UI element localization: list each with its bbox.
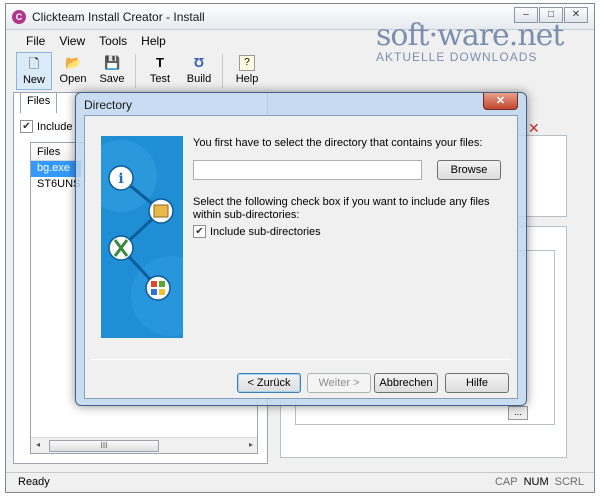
scroll-lock-indicator: SCRL [554, 476, 584, 488]
help-icon: ? [239, 55, 255, 71]
open-button[interactable]: 📂 Open [55, 52, 91, 90]
help-label: Help [235, 73, 259, 85]
test-button[interactable]: T Test [142, 52, 178, 90]
background-ellipsis-button: ... [508, 406, 528, 420]
test-t-icon: T [156, 55, 164, 70]
cancel-button[interactable]: Abbrechen [374, 373, 438, 393]
toolbar-separator [135, 54, 136, 88]
open-folder-icon: 📂 [65, 55, 82, 70]
list-item[interactable]: bg.exe [31, 161, 81, 177]
wizard-path-graphic: i [101, 136, 183, 338]
menu-view[interactable]: View [59, 31, 85, 51]
watermark-brand: soft·ware.net [376, 18, 564, 53]
software-net-watermark: soft·ware.net AKTUELLE DOWNLOADS [376, 18, 591, 65]
dialog-title: Directory [84, 98, 133, 112]
app-icon: C [12, 10, 26, 24]
new-button[interactable]: 🗋 New [16, 52, 52, 90]
horizontal-scrollbar[interactable]: ◂ III ▸ [31, 437, 257, 453]
windows-step-icon [145, 275, 171, 301]
directory-prompt: You first have to select the directory t… [193, 137, 483, 149]
build-label: Build [186, 73, 212, 85]
dialog-separator [91, 359, 511, 360]
save-label: Save [99, 73, 125, 85]
directory-dialog: Directory ✕ i You first have to select t… [75, 92, 527, 406]
include-subdirectories-label: Include sub-directories [210, 225, 321, 238]
include-checkbox[interactable]: ✔ [20, 120, 33, 133]
menu-help[interactable]: Help [141, 31, 166, 51]
save-disk-icon: 💾 [104, 55, 121, 70]
include-subdirectories-checkbox[interactable]: ✔ [193, 225, 206, 238]
include-row[interactable]: ✔ Include [20, 120, 72, 133]
svg-text:i: i [118, 171, 123, 187]
status-bar: Ready CAP NUM SCRL [6, 472, 594, 492]
include-subdirectories-row[interactable]: ✔ Include sub-directories [193, 225, 321, 238]
build-magnet-icon: Ʊ [193, 55, 205, 70]
back-button[interactable]: < Zurück [237, 373, 301, 393]
dialog-body: i You first have to select the directory… [84, 115, 518, 399]
subdirectory-explanation: Select the following check box if you wa… [193, 196, 490, 221]
toolbar-separator [222, 54, 223, 88]
build-button[interactable]: Ʊ Build [181, 52, 217, 90]
test-label: Test [149, 73, 171, 85]
help-dialog-button[interactable]: Hilfe [445, 373, 509, 393]
delete-icon: ✕ [528, 120, 540, 136]
num-lock-indicator: NUM [523, 476, 549, 488]
menu-file[interactable]: File [26, 31, 45, 51]
open-label: Open [59, 73, 87, 85]
dialog-close-button[interactable]: ✕ [483, 93, 518, 110]
wizard-illustration: i [101, 136, 183, 338]
menu-tools[interactable]: Tools [99, 31, 127, 51]
new-label: New [22, 74, 45, 86]
window-title: Clickteam Install Creator - Install [32, 10, 205, 24]
save-button[interactable]: 💾 Save [94, 52, 130, 90]
status-text: Ready [18, 476, 50, 488]
help-button[interactable]: ? Help [229, 52, 265, 90]
directory-input[interactable] [193, 160, 422, 180]
new-document-icon: 🗋 [28, 56, 40, 71]
scroll-right-arrow-icon[interactable]: ▸ [249, 440, 253, 449]
next-button[interactable]: Weiter > [307, 373, 371, 393]
scroll-left-arrow-icon[interactable]: ◂ [36, 440, 40, 449]
scrollbar-thumb[interactable]: III [49, 440, 159, 452]
tab-files[interactable]: Files [20, 92, 58, 113]
browse-button[interactable]: Browse [437, 160, 501, 180]
caps-lock-indicator: CAP [494, 476, 518, 488]
include-label: Include [37, 120, 73, 133]
